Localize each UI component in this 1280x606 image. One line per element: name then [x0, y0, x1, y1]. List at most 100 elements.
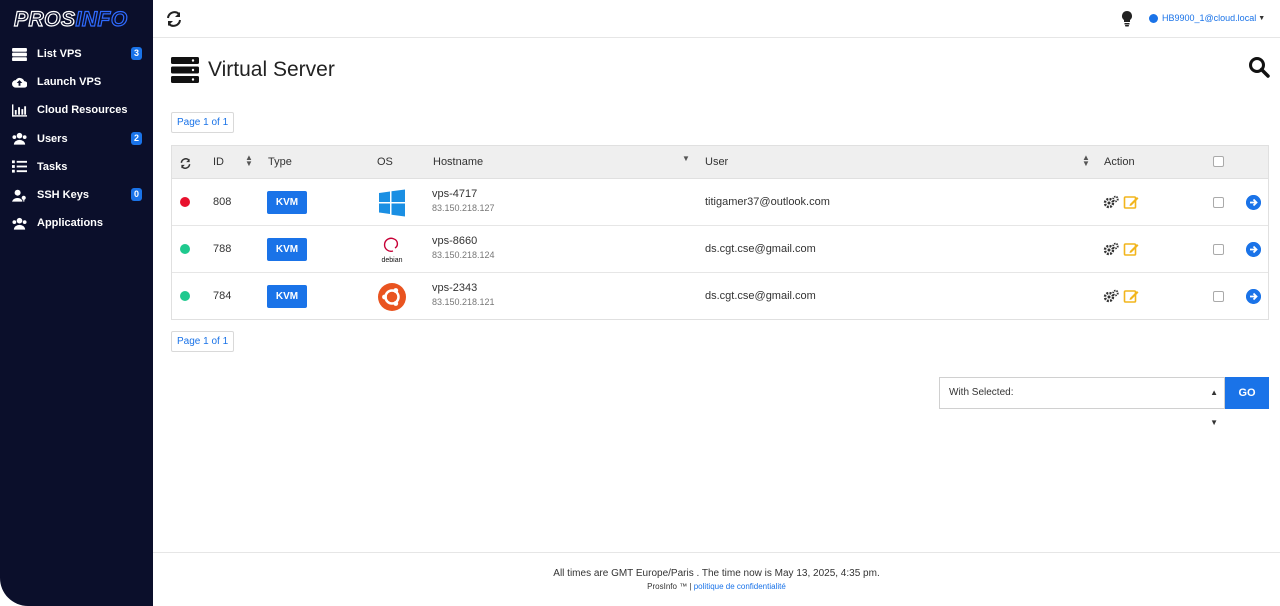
vps-table: ID ▲ ▼ Type OS Hostname ▼ User ▲ ▼ Action … [171, 145, 1269, 320]
top-bar: HB9900_1@cloud.local ▼ [153, 0, 1280, 38]
count-badge: 2 [131, 131, 142, 145]
table-row: 788 KVM debian vps-8660 83.150.218.124 d… [172, 226, 1268, 273]
logo-text-pros: PROS [13, 7, 76, 31]
pagination-bottom[interactable]: Page 1 of 1 [171, 331, 235, 352]
row-checkbox[interactable] [1213, 291, 1224, 302]
arrow-right-circle-icon[interactable] [1246, 242, 1261, 257]
list-icon [11, 160, 28, 174]
hostname-cell: vps-4717 83.150.218.127 [432, 188, 495, 213]
go-button[interactable]: GO [1225, 377, 1269, 409]
vps-id: 788 [213, 243, 232, 255]
row-checkbox[interactable] [1213, 197, 1224, 208]
table-row: 808 KVM vps-4717 83.150.218.127 titigame… [172, 179, 1268, 226]
hostname-cell: vps-2343 83.150.218.121 [432, 282, 495, 307]
row-checkbox[interactable] [1213, 244, 1224, 255]
sidebar-item-label: Tasks [37, 160, 68, 173]
table-header: ID ▲ ▼ Type OS Hostname ▼ User ▲ ▼ Action [172, 146, 1268, 179]
status-indicator [180, 244, 190, 254]
sidebar-item-label: Launch VPS [37, 76, 102, 89]
status-indicator [180, 291, 190, 301]
debian-logo-icon: debian [381, 237, 403, 264]
refresh-icon[interactable] [180, 158, 191, 169]
sort-icon[interactable]: ▲ ▼ [1082, 154, 1090, 168]
hostname: vps-4717 [432, 188, 478, 200]
search-icon[interactable] [1248, 56, 1270, 78]
select-arrows-icon: ▲ ▼ [1210, 388, 1218, 427]
user-email: ds.cgt.cse@gmail.com [705, 290, 816, 302]
row-actions [1103, 194, 1139, 210]
edit-icon[interactable] [1123, 288, 1139, 304]
type-badge[interactable]: KVM [267, 191, 307, 214]
sidebar-nav: List VPS 3 Launch VPS Cloud Resources Us… [0, 40, 153, 237]
select-all-checkbox[interactable] [1213, 156, 1224, 167]
pagination-top[interactable]: Page 1 of 1 [171, 112, 235, 133]
sort-icon[interactable]: ▲ ▼ [245, 154, 253, 168]
sidebar: PROSINFO List VPS 3 Launch VPS Cloud Res… [0, 0, 153, 606]
refresh-icon[interactable] [166, 11, 182, 27]
hostname: vps-2343 [432, 282, 478, 294]
table-row: 784 KVM vps-2343 83.150.218.121 ds.cgt.c… [172, 273, 1268, 320]
sidebar-item-applications[interactable]: Applications [0, 209, 153, 237]
row-actions [1103, 241, 1139, 257]
vps-id: 784 [213, 290, 232, 302]
column-header-id[interactable]: ID [213, 156, 224, 168]
footer-links: ProsInfo ™ | politique de confidentialit… [153, 582, 1280, 591]
user-circle-icon [1149, 13, 1158, 23]
with-selected-dropdown[interactable]: With Selected: ▲ ▼ [939, 377, 1225, 427]
column-header-user[interactable]: User [705, 156, 728, 168]
sidebar-item-users[interactable]: Users 2 [0, 125, 153, 153]
cloud-upload-icon [11, 75, 28, 89]
windows-logo-icon [379, 189, 405, 217]
footer: All times are GMT Europe/Paris . The tim… [153, 552, 1280, 606]
column-header-action: Action [1104, 156, 1135, 168]
ip-address: 83.150.218.124 [432, 250, 495, 260]
type-badge[interactable]: KVM [267, 238, 307, 261]
logo-text-info: INFO [75, 7, 128, 31]
column-header-os: OS [377, 156, 393, 168]
page-title: Virtual Server [208, 58, 335, 81]
sidebar-item-label: Applications [37, 217, 104, 230]
column-header-type: Type [268, 156, 292, 168]
count-badge: 0 [131, 187, 142, 201]
arrow-right-circle-icon[interactable] [1246, 289, 1261, 304]
ip-address: 83.150.218.121 [432, 297, 495, 307]
footer-brand: ProsInfo ™ [647, 582, 688, 591]
ip-address: 83.150.218.127 [432, 203, 495, 213]
sidebar-item-label: SSH Keys [37, 189, 89, 202]
caret-down-icon: ▼ [1258, 14, 1266, 22]
footer-time-text: All times are GMT Europe/Paris . The tim… [553, 568, 880, 579]
type-badge[interactable]: KVM [267, 285, 307, 308]
sidebar-item-list-vps[interactable]: List VPS 3 [0, 40, 153, 68]
sidebar-item-tasks[interactable]: Tasks [0, 153, 153, 181]
column-header-hostname[interactable]: Hostname [433, 156, 483, 168]
privacy-policy-link[interactable]: politique de confidentialité [694, 582, 786, 591]
ubuntu-logo-icon [378, 283, 406, 311]
gears-icon[interactable] [1103, 241, 1119, 257]
gears-icon[interactable] [1103, 288, 1119, 304]
footer-separator: | [689, 582, 692, 591]
row-actions [1103, 288, 1139, 304]
with-selected-label: With Selected: [949, 387, 1014, 398]
lightbulb-icon[interactable] [1121, 11, 1133, 27]
os-label: debian [381, 257, 402, 264]
server-icon [11, 47, 28, 61]
sidebar-item-label: List VPS [37, 48, 82, 61]
user-email: titigamer37@outlook.com [705, 196, 830, 208]
sidebar-item-cloud-resources[interactable]: Cloud Resources [0, 96, 153, 124]
edit-icon[interactable] [1123, 194, 1139, 210]
sort-desc-icon[interactable]: ▼ [682, 155, 690, 163]
sidebar-item-ssh-keys[interactable]: SSH Keys 0 [0, 181, 153, 209]
sidebar-item-label: Users [37, 132, 68, 145]
user-email: HB9900_1@cloud.local [1162, 13, 1257, 23]
server-icon [171, 57, 199, 83]
prosinfo-logo[interactable]: PROSINFO [13, 7, 128, 32]
bar-chart-icon [11, 103, 28, 117]
sidebar-item-launch-vps[interactable]: Launch VPS [0, 68, 153, 96]
users-icon [11, 132, 28, 146]
arrow-right-circle-icon[interactable] [1246, 195, 1261, 210]
user-menu[interactable]: HB9900_1@cloud.local ▼ [1149, 13, 1265, 23]
edit-icon[interactable] [1123, 241, 1139, 257]
gears-icon[interactable] [1103, 194, 1119, 210]
sidebar-item-label: Cloud Resources [37, 104, 128, 117]
user-key-icon [11, 188, 28, 202]
